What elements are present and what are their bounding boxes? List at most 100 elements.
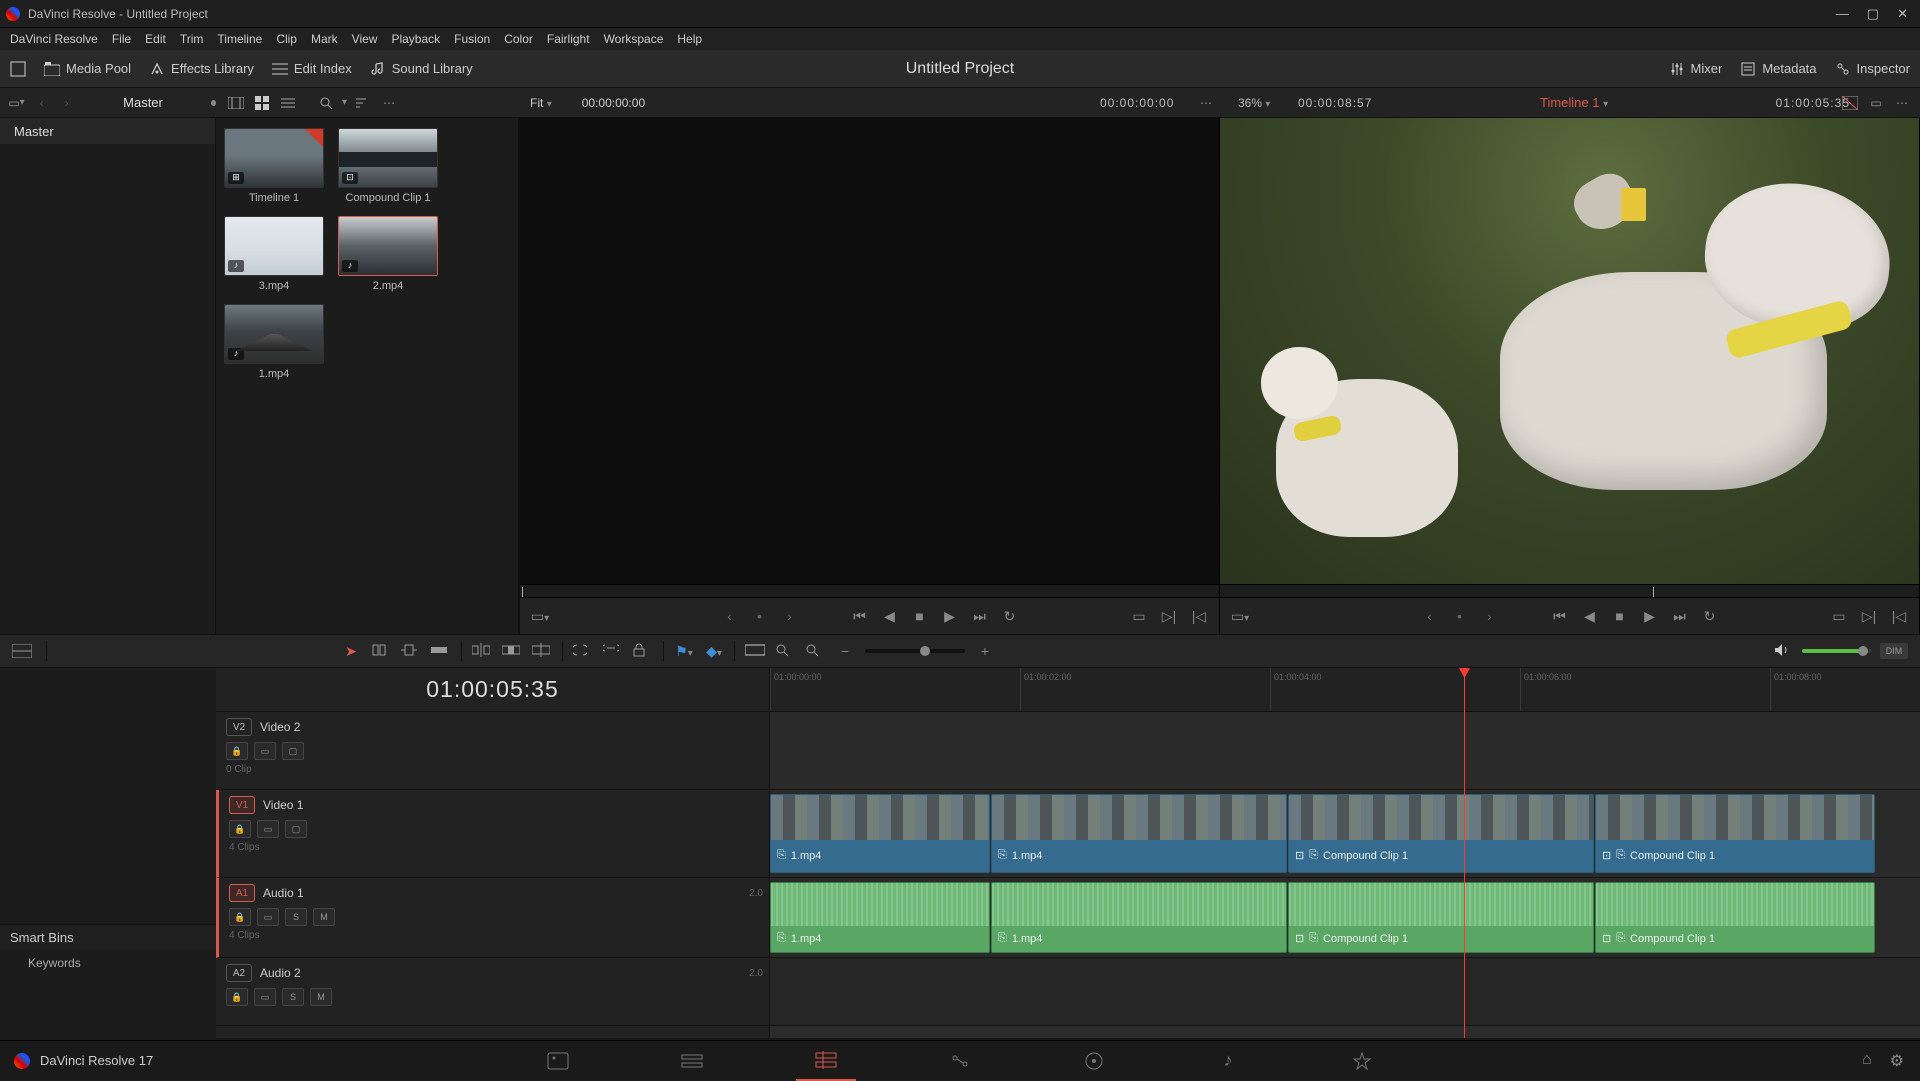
src-nav-right[interactable]: › [780, 608, 800, 624]
bin-path-label[interactable]: Master [123, 95, 163, 110]
prog-out-icon[interactable]: |◁ [1889, 608, 1909, 624]
audio-clip[interactable]: ⊡⎘Compound Clip 1 [1595, 882, 1875, 953]
mute-button[interactable]: M [310, 988, 332, 1006]
lock-icon[interactable]: 🔒 [226, 742, 248, 760]
source-scrub[interactable] [520, 584, 1219, 598]
media-pool-toggle[interactable]: Media Pool [44, 61, 131, 76]
src-nav-dot[interactable]: • [750, 608, 770, 624]
fullscreen-icon[interactable] [10, 61, 26, 77]
menu-item[interactable]: Trim [180, 32, 204, 46]
stop-icon[interactable]: ■ [910, 608, 930, 624]
prog-nav-left[interactable]: ‹ [1420, 608, 1440, 624]
go-end-icon[interactable]: ⏭ [1670, 608, 1690, 624]
timeline-tracks-area[interactable]: 01:00:00:00 01:00:02:00 01:00:04:00 01:0… [770, 668, 1920, 1038]
video-clip[interactable]: ⊡⎘Compound Clip 1 [1288, 794, 1594, 873]
source-zoom-dropdown[interactable]: Fit ▾ [530, 96, 552, 110]
project-settings-icon[interactable]: ⚙ [1890, 1051, 1904, 1071]
track-header-v1[interactable]: V1Video 1 🔒 ▭ ▢ 4 Clips [216, 790, 769, 878]
track-header-a2[interactable]: A2Audio 22.0 🔒 ▭ S M [216, 958, 769, 1026]
track-header-a1[interactable]: A1Audio 12.0 🔒 ▭ S M 4 Clips [216, 878, 769, 958]
prog-in-icon[interactable]: ▷| [1859, 608, 1879, 624]
prog-nav-right[interactable]: › [1480, 608, 1500, 624]
prog-mode-icon[interactable]: ▭▾ [1230, 608, 1250, 624]
go-start-icon[interactable]: ⏮ [850, 608, 870, 624]
media-clip-selected[interactable]: ♪2.mp4 [338, 216, 438, 292]
menu-item[interactable]: Edit [145, 32, 166, 46]
marker-dropdown[interactable]: ◆▾ [704, 643, 724, 659]
link-icon[interactable] [603, 643, 623, 659]
smart-bin-item[interactable]: Keywords [0, 950, 216, 976]
edit-index-toggle[interactable]: Edit Index [272, 61, 352, 76]
menu-item[interactable]: File [112, 32, 131, 46]
audio-clip[interactable]: ⎘1.mp4 [770, 882, 990, 953]
loop-icon[interactable]: ↻ [1000, 608, 1020, 624]
menu-item[interactable]: Mark [311, 32, 338, 46]
menu-item[interactable]: Fairlight [547, 32, 590, 46]
loop-icon[interactable]: ↻ [1700, 608, 1720, 624]
match-frame-icon[interactable]: ▭▾ [530, 608, 550, 624]
program-options-icon[interactable]: ⋯ [1892, 93, 1912, 113]
auto-select-icon[interactable]: ▭ [257, 908, 279, 926]
stop-icon[interactable]: ■ [1610, 608, 1630, 624]
view-list-icon[interactable] [278, 93, 298, 113]
src-out-icon[interactable]: |◁ [1189, 608, 1209, 624]
track-tag[interactable]: V1 [229, 796, 255, 814]
window-maximize-button[interactable]: ▢ [1867, 6, 1879, 22]
position-lock-icon[interactable] [633, 643, 653, 659]
bin-view-dropdown[interactable]: ▭ ▾ [8, 93, 25, 113]
flag-dropdown[interactable]: ⚑▾ [674, 643, 694, 659]
step-back-icon[interactable]: ◀ [880, 608, 900, 624]
menu-item[interactable]: Color [504, 32, 533, 46]
video-clip[interactable]: ⎘1.mp4 [770, 794, 990, 873]
menu-item[interactable]: Playback [391, 32, 440, 46]
monitor-volume-icon[interactable] [1774, 643, 1794, 659]
volume-slider[interactable] [1802, 649, 1872, 653]
video-clip[interactable]: ⎘1.mp4 [991, 794, 1287, 873]
sound-library-toggle[interactable]: Sound Library [370, 61, 473, 77]
lock-icon[interactable]: 🔒 [229, 820, 251, 838]
page-deliver[interactable] [1332, 1041, 1392, 1081]
detail-zoom-icon[interactable] [775, 643, 795, 659]
window-minimize-button[interactable]: — [1836, 6, 1849, 22]
search-icon[interactable] [316, 93, 336, 113]
page-fairlight[interactable]: ♪ [1198, 1041, 1258, 1081]
lane-v2[interactable] [770, 712, 1920, 790]
media-clip[interactable]: ♪1.mp4 [224, 304, 324, 380]
trim-tool[interactable] [371, 643, 391, 659]
page-edit[interactable] [796, 1041, 856, 1081]
lane-v1[interactable]: ⎘1.mp4 ⎘1.mp4 ⊡⎘Compound Clip 1 ⊡⎘Compou… [770, 790, 1920, 878]
prog-nav-dot[interactable]: • [1450, 608, 1470, 624]
media-clip[interactable]: ⊞Timeline 1 [224, 128, 324, 204]
page-media[interactable] [528, 1041, 588, 1081]
timeline-ruler[interactable]: 01:00:00:00 01:00:02:00 01:00:04:00 01:0… [770, 668, 1920, 712]
lock-icon[interactable]: 🔒 [229, 908, 251, 926]
auto-select-icon[interactable]: ▭ [254, 742, 276, 760]
custom-zoom-icon[interactable] [805, 643, 825, 659]
blade-tool[interactable] [431, 643, 451, 659]
effects-library-toggle[interactable]: Effects Library [149, 61, 254, 77]
audio-clip[interactable]: ⎘1.mp4 [991, 882, 1287, 953]
auto-select-icon[interactable]: ▭ [254, 988, 276, 1006]
dynamic-trim-tool[interactable] [401, 643, 421, 659]
menu-item[interactable]: DaVinci Resolve [10, 32, 98, 46]
src-insert-icon[interactable]: ▭ [1129, 608, 1149, 624]
track-tag[interactable]: V2 [226, 718, 252, 736]
dim-button[interactable]: DIM [1880, 643, 1908, 659]
lane-a2[interactable] [770, 958, 1920, 1026]
menu-item[interactable]: Workspace [604, 32, 664, 46]
track-header-v2[interactable]: V2Video 2 🔒 ▭ ▢ 0 Clip [216, 712, 769, 790]
bin-root[interactable]: Master [0, 118, 215, 144]
disable-track-icon[interactable]: ▢ [285, 820, 307, 838]
selection-tool[interactable]: ➤ [341, 643, 361, 659]
menu-item[interactable]: View [352, 32, 378, 46]
inspector-toggle[interactable]: Inspector [1835, 61, 1910, 77]
audio-clip[interactable]: ⊡⎘Compound Clip 1 [1288, 882, 1594, 953]
nav-back-button[interactable]: ‹ [33, 93, 50, 113]
full-extent-zoom-icon[interactable] [745, 643, 765, 659]
go-end-icon[interactable]: ⏭ [970, 608, 990, 624]
track-tag[interactable]: A1 [229, 884, 255, 902]
program-scrub[interactable] [1220, 584, 1919, 598]
zoom-slider[interactable] [865, 649, 965, 653]
lock-icon[interactable]: 🔒 [226, 988, 248, 1006]
view-strip-icon[interactable] [226, 93, 246, 113]
